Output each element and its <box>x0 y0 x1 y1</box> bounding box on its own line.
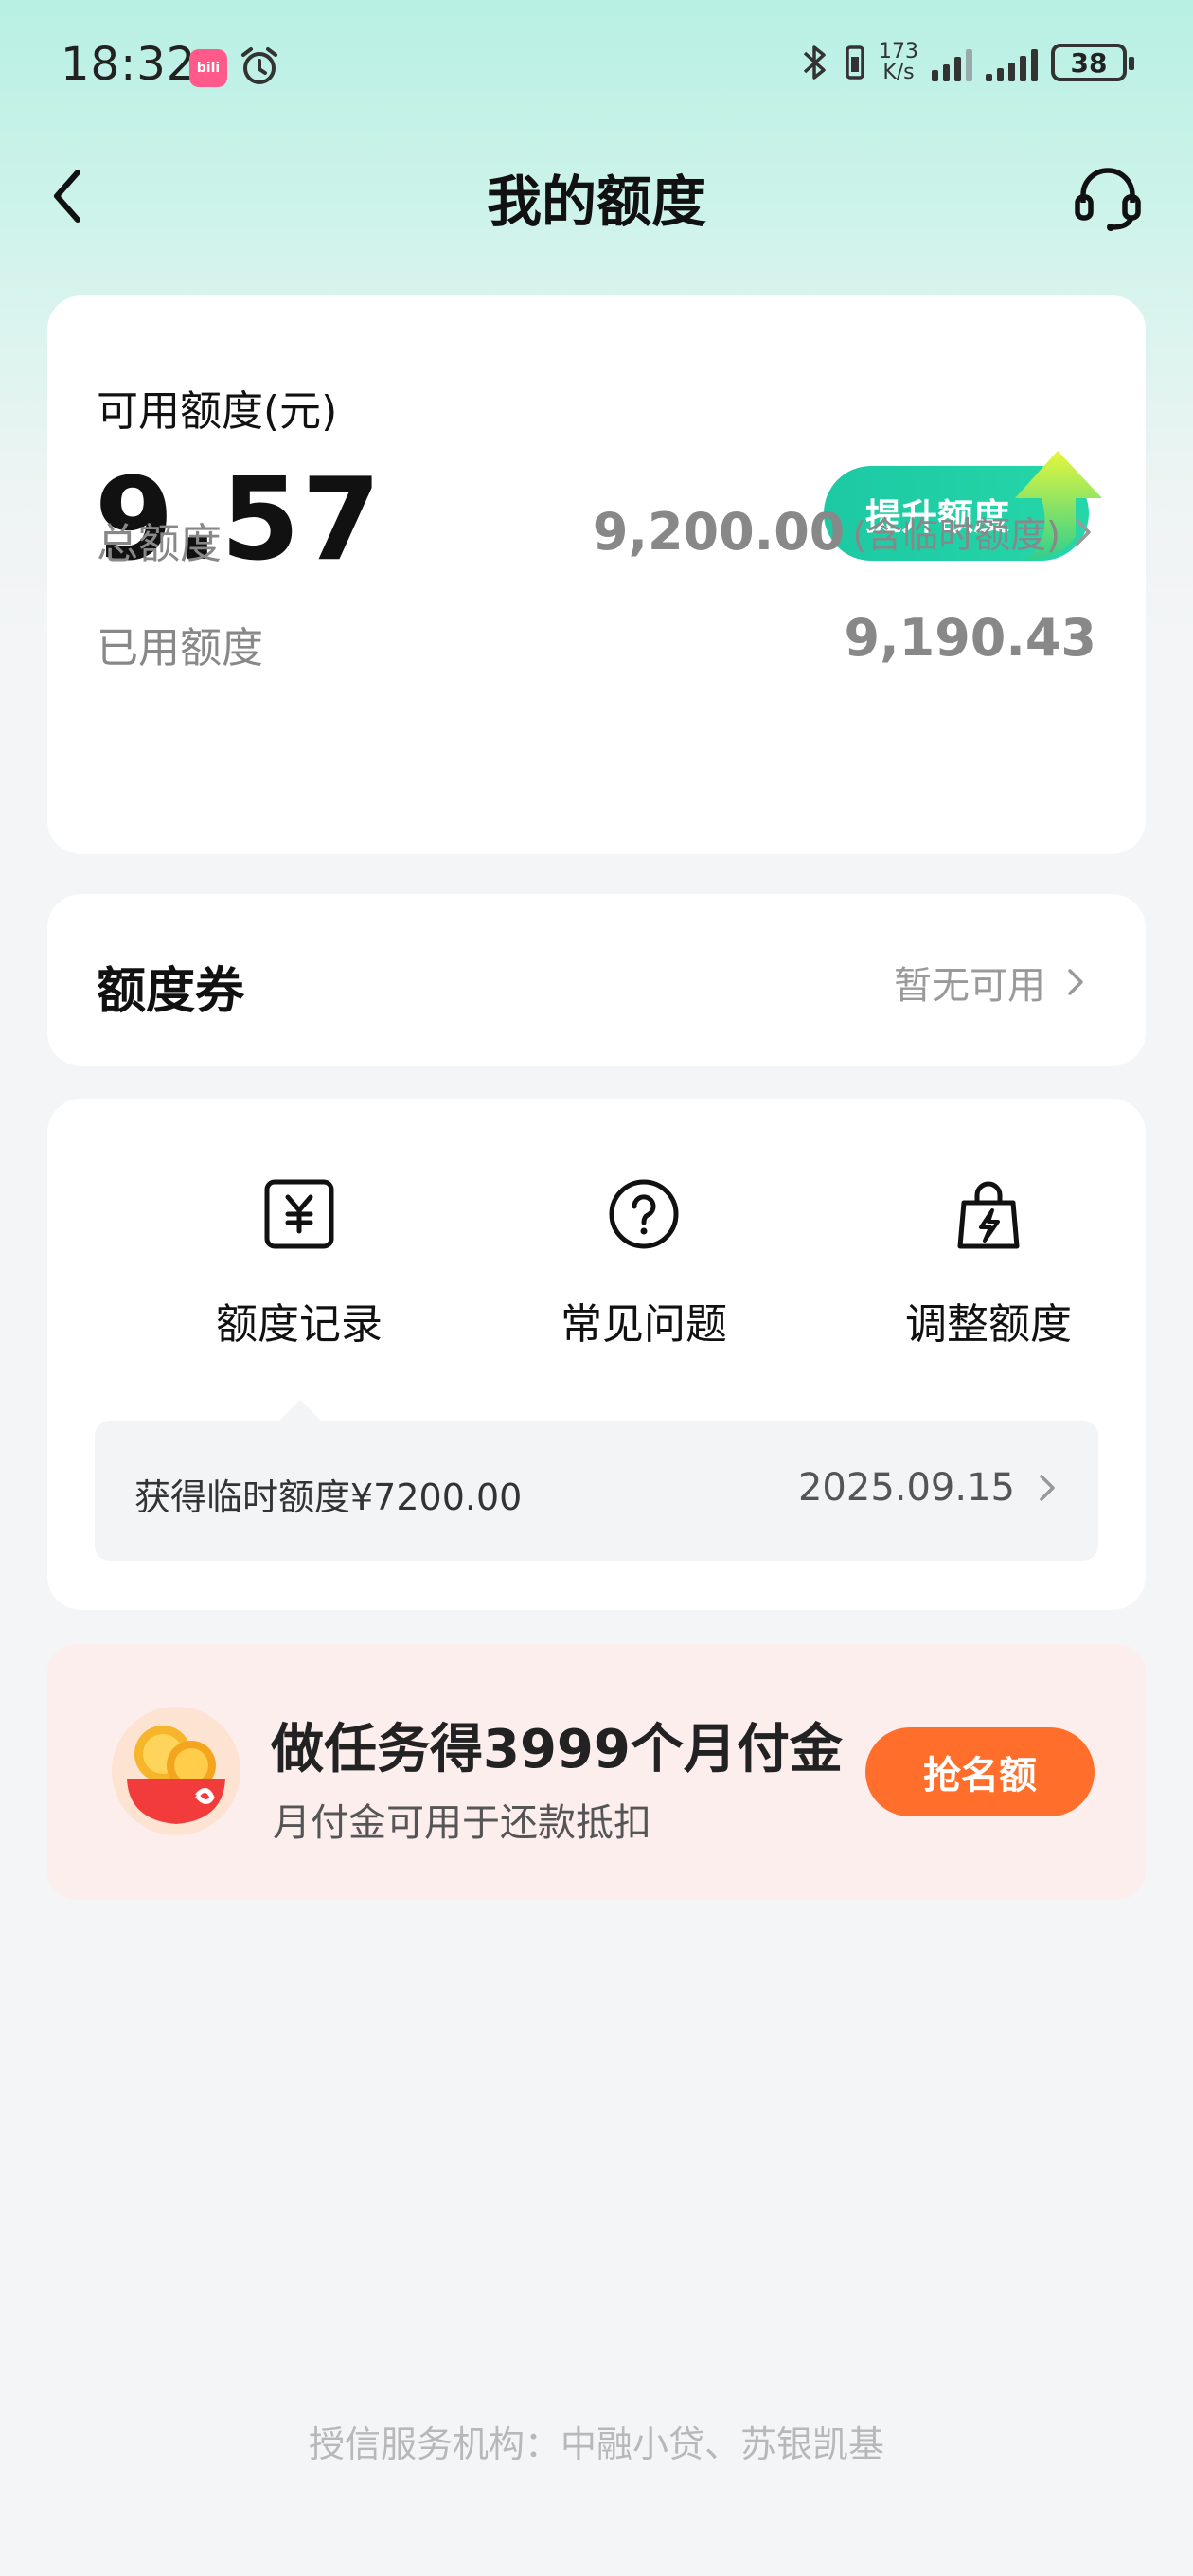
grab-quota-button[interactable]: 抢名额 <box>865 1727 1095 1816</box>
coupon-status-row: 暂无可用 <box>894 955 1089 1010</box>
coupon-title: 额度券 <box>97 963 245 1020</box>
faq-button[interactable]: 常见问题 <box>502 1176 786 1351</box>
total-credit-note: (含临时额度) <box>852 514 1060 556</box>
signal-icon <box>932 44 972 81</box>
speed-value: 173 <box>879 40 918 63</box>
used-credit-label: 已用额度 <box>97 624 263 672</box>
total-credit-value: 9,200.00 <box>592 502 846 562</box>
question-circle-icon <box>609 1179 679 1249</box>
status-bar: 18:32 bili 173 K/s 38 <box>0 0 1193 133</box>
task-promo-banner[interactable]: 做任务得3999个月付金 月付金可用于还款抵扣 抢名额 <box>47 1644 1146 1900</box>
total-credit-label: 总额度 <box>97 520 222 568</box>
record-text: 获得临时额度¥7200.00 <box>134 1476 523 1518</box>
page: 18:32 bili 173 K/s 38 我的额度 可用额度(元) 9.57 … <box>0 0 1193 2576</box>
promo-subtitle: 月付金可用于还款抵扣 <box>273 1801 651 1845</box>
page-title: 我的额度 <box>486 170 706 234</box>
network-speed: 173 K/s <box>879 42 918 83</box>
promo-title: 做任务得3999个月付金 <box>271 1719 843 1780</box>
record-date: 2025.09.15 <box>797 1466 1015 1510</box>
credit-record-button[interactable]: 额度记录 <box>157 1176 441 1351</box>
adjust-credit-button[interactable]: 调整额度 <box>846 1176 1131 1351</box>
chevron-right-icon <box>1040 1475 1055 1501</box>
credit-institution-footer: 授信服务机构：中融小贷、苏银凯基 <box>308 2424 884 2465</box>
record-date-row: 2025.09.15 <box>798 1466 1060 1510</box>
available-credit-label: 可用额度(元) <box>97 387 338 436</box>
record-pointer <box>279 1400 321 1421</box>
alarm-icon <box>241 47 277 84</box>
coin-pouch-icon <box>112 1707 240 1835</box>
credit-record-item[interactable]: 获得临时额度¥7200.00 2025.09.15 <box>95 1421 1098 1561</box>
yuan-receipt-icon <box>264 1179 334 1249</box>
total-credit-row[interactable]: 9,200.00 (含临时额度) <box>593 502 1096 562</box>
credit-card: 可用额度(元) 9.57 提升额度 总额度 9,200.00 (含临时额度) 已… <box>47 295 1146 854</box>
coupon-status: 暂无可用 <box>894 964 1045 1008</box>
chevron-right-icon <box>1076 518 1091 546</box>
speed-unit: K/s <box>882 61 915 84</box>
status-time: 18:32 <box>61 38 197 91</box>
bluetooth-icon <box>803 45 826 80</box>
signal-2-icon <box>986 44 1038 81</box>
battery-icon: 38 <box>1051 44 1134 81</box>
vibrate-icon <box>846 45 864 80</box>
used-credit-row: 9,190.43 <box>845 608 1096 668</box>
shopping-bag-bolt-icon <box>957 1181 1020 1249</box>
used-credit-value: 9,190.43 <box>844 608 1096 668</box>
headset-icon[interactable] <box>1072 161 1144 233</box>
coupon-card[interactable]: 额度券 暂无可用 <box>47 894 1146 1066</box>
bilibili-icon: bili <box>189 49 227 87</box>
adjust-credit-label: 调整额度 <box>905 1300 1072 1349</box>
quick-actions-card: 额度记录 常见问题 调整额度 获得临时额度¥7200.00 2025.09.15 <box>47 1099 1146 1610</box>
chevron-right-icon <box>1068 969 1083 995</box>
faq-label: 常见问题 <box>561 1300 727 1349</box>
credit-record-label: 额度记录 <box>216 1300 383 1349</box>
